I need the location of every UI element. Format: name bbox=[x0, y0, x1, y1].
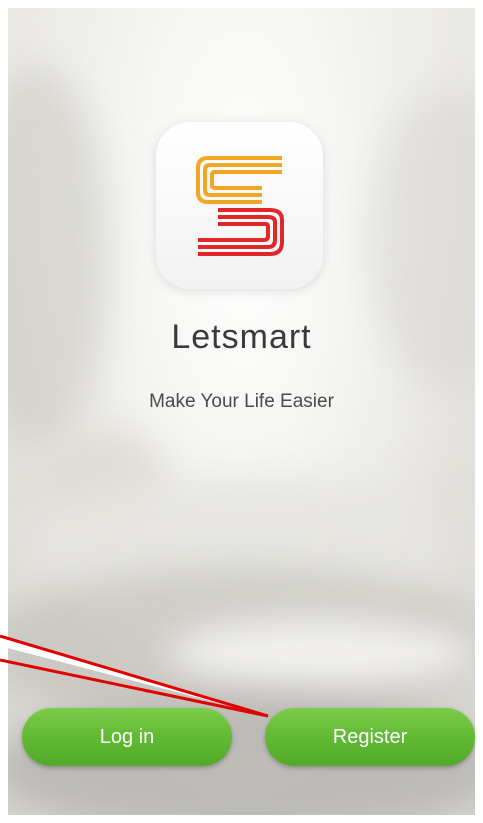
login-button[interactable]: Log in bbox=[22, 708, 232, 766]
background-blur bbox=[168, 618, 475, 688]
app-name: Letsmart bbox=[171, 318, 312, 356]
letsmart-s-logo-icon bbox=[196, 156, 284, 256]
app-logo-icon bbox=[156, 122, 323, 289]
register-button[interactable]: Register bbox=[265, 708, 475, 766]
app-tagline: Make Your Life Easier bbox=[149, 391, 334, 412]
